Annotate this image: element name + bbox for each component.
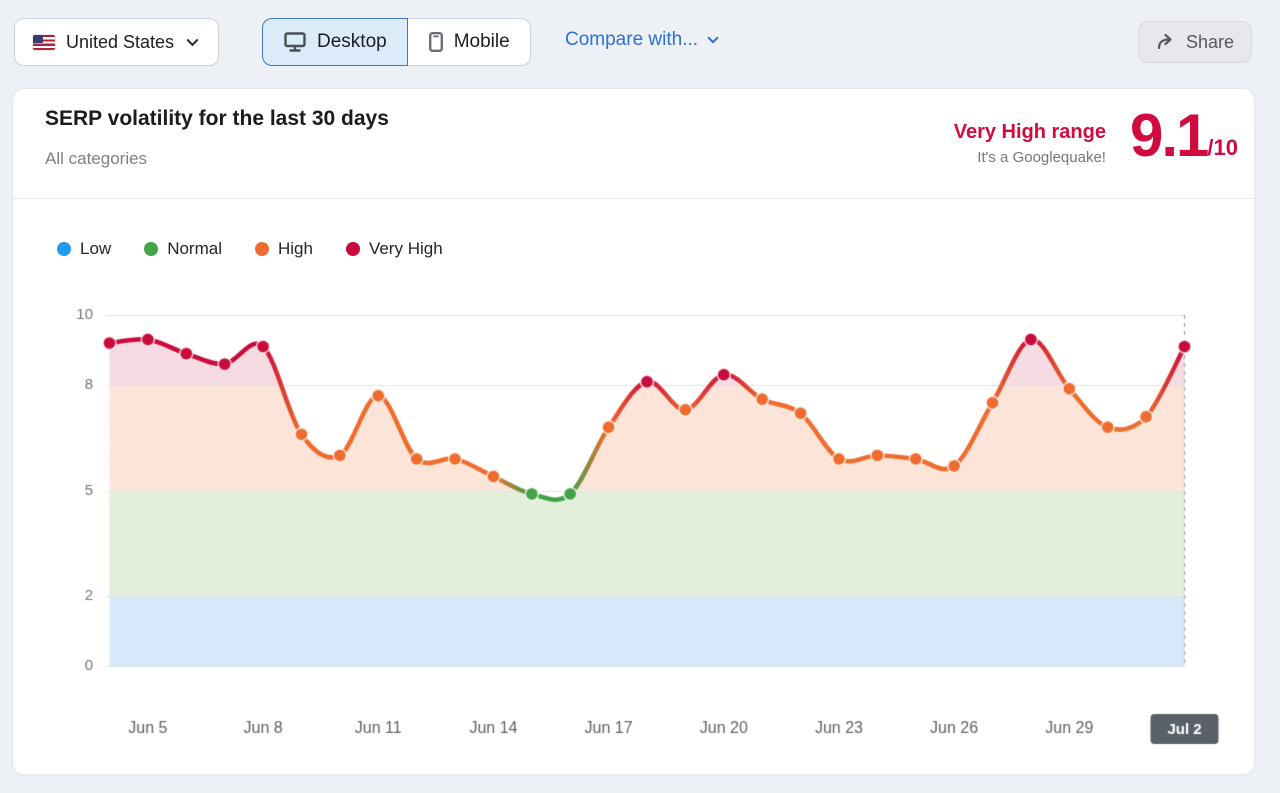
- mobile-toggle-label: Mobile: [453, 31, 510, 52]
- mobile-icon: [428, 32, 443, 53]
- serp-volatility-card: SERP volatility for the last 30 days All…: [12, 88, 1256, 776]
- share-button-label: Share: [1185, 31, 1234, 52]
- volatility-chart[interactable]: [13, 89, 1256, 776]
- compare-with-dropdown[interactable]: Compare with...: [565, 29, 720, 51]
- desktop-toggle-button[interactable]: Desktop: [262, 18, 408, 66]
- country-selector-label: United States: [66, 31, 175, 52]
- us-flag-icon: [33, 34, 55, 50]
- country-selector[interactable]: United States: [14, 18, 220, 66]
- desktop-toggle-label: Desktop: [317, 31, 387, 52]
- top-toolbar: United States Desktop Mobile Compare wit…: [0, 0, 1280, 88]
- device-toggle: Desktop Mobile: [262, 18, 531, 66]
- mobile-toggle-button[interactable]: Mobile: [407, 18, 531, 66]
- chevron-down-icon: [186, 38, 199, 46]
- share-button[interactable]: Share: [1137, 21, 1252, 63]
- desktop-icon: [284, 32, 306, 52]
- chevron-down-icon: [707, 36, 719, 44]
- compare-with-label: Compare with...: [565, 29, 699, 50]
- share-arrow-icon: [1157, 33, 1172, 50]
